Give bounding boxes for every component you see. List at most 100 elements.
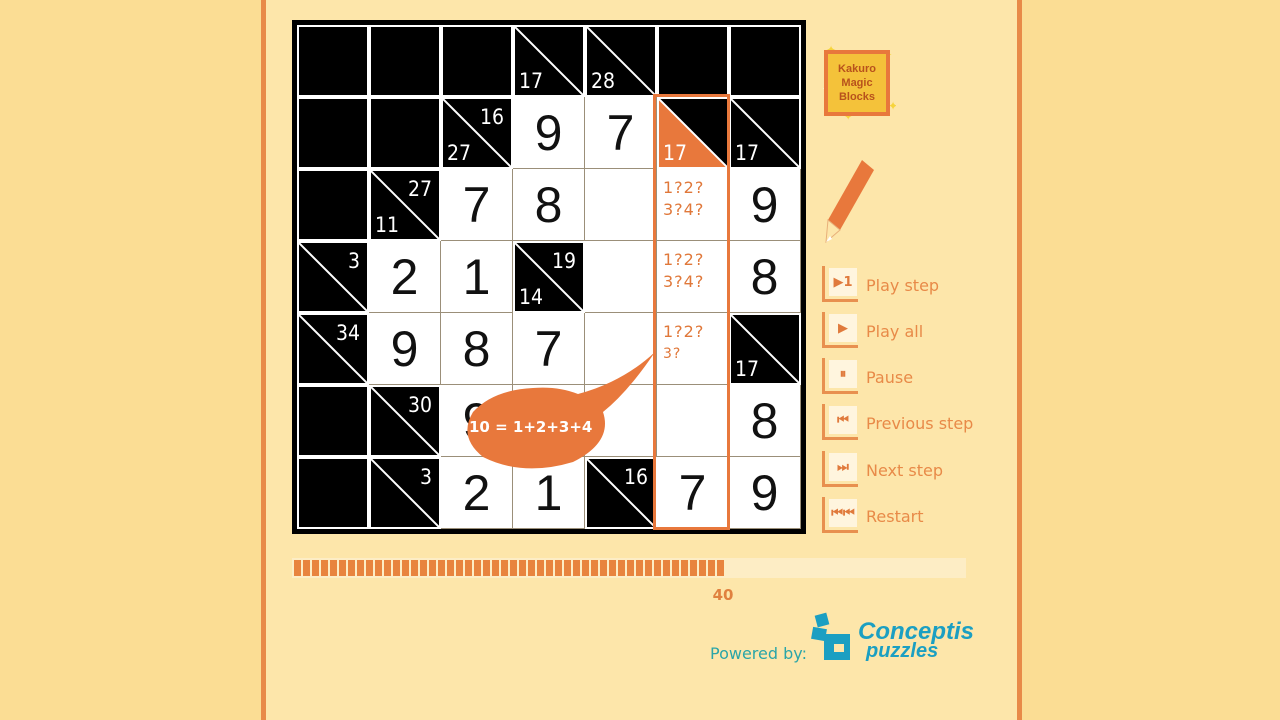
answer-cell[interactable]: 1 <box>441 241 513 313</box>
cell-value: 9 <box>750 176 779 233</box>
clue-cell: 34 <box>297 313 369 385</box>
candidate-list: 1?2? 3?4? <box>663 177 726 221</box>
restart-button[interactable]: ⏮⏮ Restart <box>822 497 1042 533</box>
restart-glyph: ⏮⏮ <box>829 499 857 527</box>
logo-box: Kakuro Magic Blocks <box>824 50 890 116</box>
logo-line: Magic <box>841 77 873 89</box>
next-step-button[interactable]: ⏭ Next step <box>822 451 1042 487</box>
answer-cell[interactable]: 7 <box>585 97 657 169</box>
clue-cell: 17 <box>729 97 801 169</box>
answer-cell[interactable]: 9 <box>729 457 801 529</box>
restart-icon[interactable]: ⏮⏮ <box>822 497 858 533</box>
candidate-line: 1?2? <box>663 250 705 269</box>
clue-cell: 3 <box>369 457 441 529</box>
next-step-glyph: ⏭ <box>829 453 857 481</box>
cell-value: 8 <box>534 176 563 233</box>
answer-cell[interactable] <box>585 241 657 313</box>
play-all-label: Play all <box>866 322 924 341</box>
answer-cell[interactable] <box>585 169 657 241</box>
candidate-line: 3? <box>663 346 682 362</box>
progress-value: 40 <box>712 586 734 604</box>
cell-value: 7 <box>606 104 635 161</box>
candidate-list: 1?2? 3? <box>663 321 726 365</box>
across-clue: 30 <box>407 393 432 417</box>
play-step-button[interactable]: ▶1 Play step <box>822 266 1042 302</box>
candidate-line: 3?4? <box>663 272 705 291</box>
answer-cell[interactable]: 8 <box>729 385 801 457</box>
answer-cell[interactable]: 7 <box>441 169 513 241</box>
previous-step-button[interactable]: ⏮ Previous step <box>822 404 1042 440</box>
cell-value: 9 <box>534 104 563 161</box>
clue-cell: 16 27 <box>441 97 513 169</box>
conceptis-logo[interactable]: Conceptis puzzles <box>810 612 974 668</box>
play-step-label: Play step <box>866 276 940 295</box>
candidate-line: 1?2? <box>663 178 705 197</box>
across-clue: 27 <box>407 177 432 201</box>
pencil-icon[interactable] <box>818 158 878 248</box>
down-clue: 17 <box>735 141 760 165</box>
down-clue: 17 <box>735 357 760 381</box>
black-cell <box>297 169 369 241</box>
black-cell <box>297 385 369 457</box>
clue-cell: 17 <box>513 25 585 97</box>
cell-value: 9 <box>750 464 779 521</box>
kakuro-magic-blocks-logo: ✦ ✦ ✦ ✦ ✦ Kakuro Magic Blocks <box>822 44 896 120</box>
across-clue: 16 <box>623 465 648 489</box>
answer-cell[interactable]: 1?2? 3? <box>657 313 729 385</box>
play-step-glyph: ▶1 <box>829 268 857 296</box>
candidate-list: 1?2? 3?4? <box>663 249 726 293</box>
play-all-icon[interactable]: ▶ <box>822 312 858 348</box>
answer-cell[interactable]: 8 <box>513 169 585 241</box>
answer-cell[interactable]: 9 <box>513 97 585 169</box>
cell-value: 7 <box>462 176 491 233</box>
cell-value: 7 <box>678 464 707 521</box>
progress-bar[interactable] <box>292 558 966 578</box>
next-step-icon[interactable]: ⏭ <box>822 451 858 487</box>
down-clue: 11 <box>375 213 400 237</box>
down-clue: 14 <box>519 285 544 309</box>
puzzle-pieces-icon <box>811 612 850 660</box>
progress-bar-fill <box>294 560 726 576</box>
down-clue: 27 <box>447 141 472 165</box>
answer-cell[interactable]: 8 <box>729 241 801 313</box>
previous-step-icon[interactable]: ⏮ <box>822 404 858 440</box>
black-cell <box>729 25 801 97</box>
down-clue: 28 <box>591 69 616 93</box>
candidate-line: 1?2? <box>663 322 705 341</box>
answer-cell[interactable]: 2 <box>369 241 441 313</box>
black-cell <box>369 97 441 169</box>
answer-cell[interactable]: 7 <box>657 457 729 529</box>
pause-glyph: ⏸ <box>829 360 857 388</box>
cell-value: 8 <box>750 248 779 305</box>
hint-bubble <box>467 352 655 469</box>
play-step-icon[interactable]: ▶1 <box>822 266 858 302</box>
play-all-button[interactable]: ▶ Play all <box>822 312 1042 348</box>
previous-step-glyph: ⏮ <box>829 406 857 434</box>
pause-label: Pause <box>866 368 914 387</box>
black-cell <box>297 457 369 529</box>
candidate-line: 3?4? <box>663 200 705 219</box>
clue-cell: 28 <box>585 25 657 97</box>
restart-label: Restart <box>866 507 924 526</box>
across-clue: 19 <box>551 249 576 273</box>
cell-value: 8 <box>750 392 779 449</box>
answer-cell[interactable]: 9 <box>729 169 801 241</box>
answer-cell[interactable]: 1?2? 3?4? <box>657 241 729 313</box>
answer-cell[interactable]: 9 <box>369 313 441 385</box>
black-cell <box>369 25 441 97</box>
answer-cell[interactable]: 1?2? 3?4? <box>657 169 729 241</box>
across-clue: 16 <box>479 105 504 129</box>
clue-cell: 30 <box>369 385 441 457</box>
logo-line: Blocks <box>838 91 876 103</box>
next-step-label: Next step <box>866 461 943 480</box>
play-all-glyph: ▶ <box>829 314 857 342</box>
clue-cell: 17 <box>729 313 801 385</box>
clue-cell: 3 <box>297 241 369 313</box>
pause-button[interactable]: ⏸ Pause <box>822 358 1042 394</box>
black-cell <box>657 25 729 97</box>
answer-cell[interactable] <box>657 385 729 457</box>
hint-bubble-text: 10 = 1+2+3+4 <box>469 418 593 436</box>
black-cell <box>441 25 513 97</box>
pause-icon[interactable]: ⏸ <box>822 358 858 394</box>
clue-cell: 17 <box>657 97 729 169</box>
